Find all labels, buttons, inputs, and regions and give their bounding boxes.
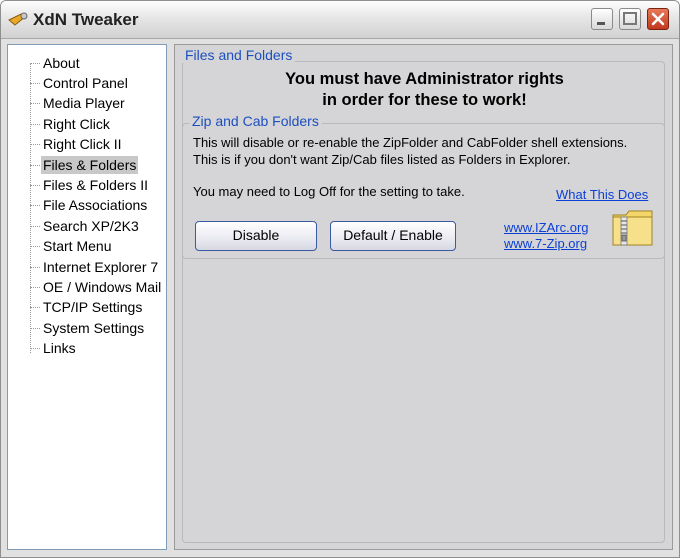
tree-item-search[interactable]: Search XP/2K3 [41, 217, 141, 235]
app-logo-icon [8, 12, 28, 26]
minimize-button[interactable] [591, 8, 613, 30]
zip-description-line1: This will disable or re-enable the ZipFo… [193, 135, 628, 150]
tree-item-internet-explorer[interactable]: Internet Explorer 7 [41, 258, 160, 276]
maximize-button[interactable] [619, 8, 641, 30]
tree-connector [30, 205, 40, 206]
default-enable-button[interactable]: Default / Enable [330, 221, 456, 251]
tree-connector [30, 144, 40, 145]
minimize-icon [597, 22, 605, 25]
tree-item-media-player[interactable]: Media Player [41, 94, 127, 112]
tree-item-files-folders[interactable]: Files & Folders [41, 156, 139, 174]
zip-description-line2: This is if you don't want Zip/Cab files … [193, 152, 571, 167]
tree-connector [30, 226, 40, 227]
tree-item-links[interactable]: Links [41, 339, 78, 357]
tree-connector [30, 124, 40, 125]
tree-item-files-folders-ii[interactable]: Files & Folders II [41, 176, 150, 194]
tree-item-right-click[interactable]: Right Click [41, 115, 112, 133]
tree-item-tcpip-settings[interactable]: TCP/IP Settings [41, 298, 144, 316]
admin-warning-line1: You must have Administrator rights [285, 70, 564, 88]
close-icon [651, 12, 665, 26]
tree-connector [30, 246, 40, 247]
admin-warning: You must have Administrator rights in or… [175, 69, 674, 111]
client-area: About Control Panel Media Player Right C… [1, 39, 679, 557]
tree-connector [30, 348, 40, 349]
app-window: XdN Tweaker About Control Panel Media Pl… [0, 0, 680, 558]
tree-connector [30, 63, 31, 353]
window-title: XdN Tweaker [33, 10, 139, 29]
files-folders-group-title: Files and Folders [182, 47, 296, 63]
tree-connector [30, 328, 40, 329]
zip-cab-group-title: Zip and Cab Folders [189, 113, 322, 129]
what-this-does-link[interactable]: What This Does [556, 187, 648, 202]
tree-connector [30, 103, 40, 104]
logoff-note: You may need to Log Off for the setting … [193, 184, 465, 199]
tree-connector [30, 165, 40, 166]
title-bar[interactable]: XdN Tweaker [1, 1, 679, 39]
tree-item-start-menu[interactable]: Start Menu [41, 237, 113, 255]
tree-item-oe-windows-mail[interactable]: OE / Windows Mail [41, 278, 163, 296]
tree-connector [30, 83, 40, 84]
tree-connector [30, 185, 40, 186]
tree-item-control-panel[interactable]: Control Panel [41, 74, 130, 92]
disable-button[interactable]: Disable [195, 221, 317, 251]
category-tree[interactable]: About Control Panel Media Player Right C… [7, 44, 167, 550]
close-button[interactable] [647, 8, 669, 30]
tree-connector [30, 267, 40, 268]
tree-item-right-click-ii[interactable]: Right Click II [41, 135, 124, 153]
tree-item-about[interactable]: About [41, 54, 82, 72]
maximize-icon [623, 12, 637, 25]
tree-connector [30, 287, 40, 288]
admin-warning-line2: in order for these to work! [322, 91, 527, 109]
tree-item-file-associations[interactable]: File Associations [41, 196, 149, 214]
tree-connector [30, 307, 40, 308]
settings-panel: Files and Folders You must have Administ… [174, 44, 673, 550]
7zip-link[interactable]: www.7-Zip.org [504, 236, 587, 251]
tree-connector [30, 63, 40, 64]
izarc-link[interactable]: www.IZArc.org [504, 220, 589, 235]
zip-folder-icon [612, 210, 653, 246]
tree-item-system-settings[interactable]: System Settings [41, 319, 146, 337]
